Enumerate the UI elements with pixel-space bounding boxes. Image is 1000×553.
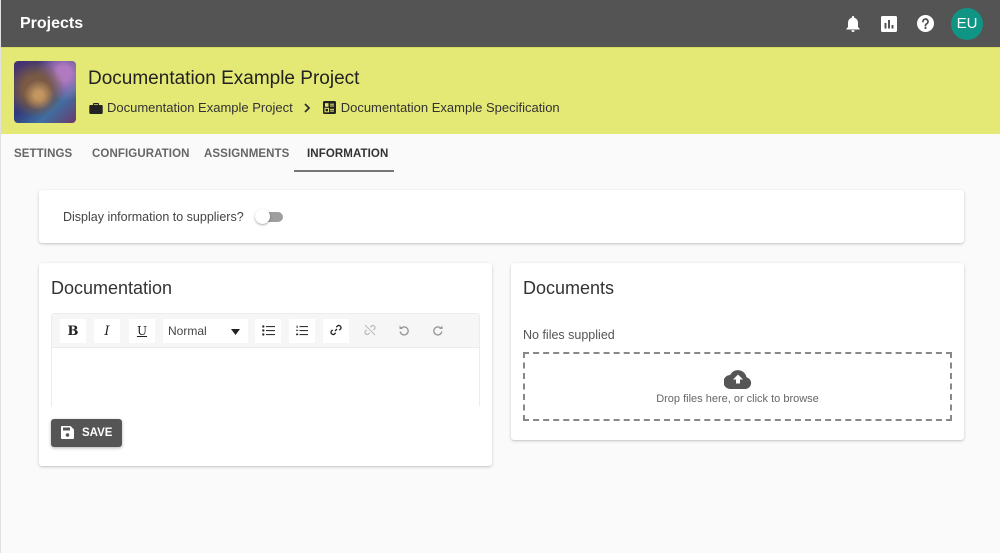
breadcrumb-project-label: Documentation Example Project — [107, 100, 293, 115]
insert-link-button[interactable] — [323, 319, 349, 343]
app-title: Projects — [20, 14, 84, 32]
documentation-title: Documentation — [51, 278, 173, 298]
link-icon — [330, 324, 342, 339]
editor-content-area[interactable] — [52, 348, 479, 408]
undo-icon — [398, 324, 410, 339]
tab-assignments[interactable]: ASSIGNMENTS — [191, 135, 294, 172]
project-title: Documentation Example Project — [88, 68, 360, 89]
documents-title: Documents — [523, 278, 615, 298]
bell-icon[interactable] — [843, 14, 863, 34]
redo-icon — [432, 324, 444, 339]
tab-information[interactable]: INFORMATION — [294, 135, 394, 172]
text-format-select[interactable]: Normal — [163, 319, 248, 343]
supplier-visibility-card: Display information to suppliers? — [39, 190, 964, 243]
undo-button[interactable] — [391, 319, 417, 343]
numbered-list-icon — [296, 324, 308, 339]
breadcrumb-specification[interactable]: Documentation Example Specification — [322, 100, 560, 115]
user-avatar[interactable]: EU — [951, 7, 983, 40]
no-files-message: No files supplied — [523, 328, 615, 342]
bar-chart-icon[interactable] — [879, 14, 899, 34]
documentation-card: Documentation B I U Normal SAVE — [39, 263, 492, 466]
remove-link-button[interactable] — [357, 319, 383, 343]
tab-bar: SETTINGS CONFIGURATION ASSIGNMENTS INFOR… — [1, 135, 394, 172]
briefcase-icon — [89, 101, 103, 115]
unlink-icon — [364, 324, 376, 339]
chevron-right-icon — [303, 102, 311, 113]
display-to-suppliers-label: Display information to suppliers? — [63, 210, 244, 224]
save-label: SAVE — [82, 427, 113, 439]
project-header: Documentation Example Project Documentat… — [1, 47, 1000, 134]
save-icon — [61, 426, 75, 440]
display-to-suppliers-toggle[interactable] — [255, 209, 283, 224]
text-format-selected: Normal — [168, 324, 207, 338]
documents-card: Documents No files supplied Drop files h… — [511, 263, 964, 440]
file-dropzone[interactable]: Drop files here, or click to browse — [523, 352, 952, 421]
app-bar: Projects EU — [1, 0, 1000, 47]
breadcrumb-specification-label: Documentation Example Specification — [340, 100, 560, 115]
help-circle-icon[interactable] — [915, 14, 935, 34]
editor-toolbar: B I U Normal — [52, 314, 479, 348]
cloud-upload-icon — [723, 369, 752, 391]
tab-settings[interactable]: SETTINGS — [1, 135, 79, 172]
redo-button[interactable] — [425, 319, 451, 343]
rich-text-editor: B I U Normal — [51, 313, 480, 408]
breadcrumb: Documentation Example Project Documentat… — [89, 100, 560, 115]
dropzone-text: Drop files here, or click to browse — [656, 392, 819, 405]
underline-button[interactable]: U — [129, 319, 155, 343]
italic-button[interactable]: I — [94, 319, 120, 343]
app-bar-actions: EU — [835, 0, 983, 47]
project-thumbnail — [14, 61, 76, 123]
bullet-list-button[interactable] — [255, 319, 281, 343]
bullet-list-icon — [261, 324, 275, 339]
bold-button[interactable]: B — [60, 319, 86, 343]
tab-configuration[interactable]: CONFIGURATION — [79, 135, 191, 172]
toggle-thumb — [255, 209, 270, 224]
specification-icon — [322, 100, 337, 115]
caret-down-icon — [231, 324, 240, 338]
breadcrumb-project[interactable]: Documentation Example Project — [89, 100, 293, 115]
save-button[interactable]: SAVE — [51, 419, 122, 447]
numbered-list-button[interactable] — [289, 319, 315, 343]
